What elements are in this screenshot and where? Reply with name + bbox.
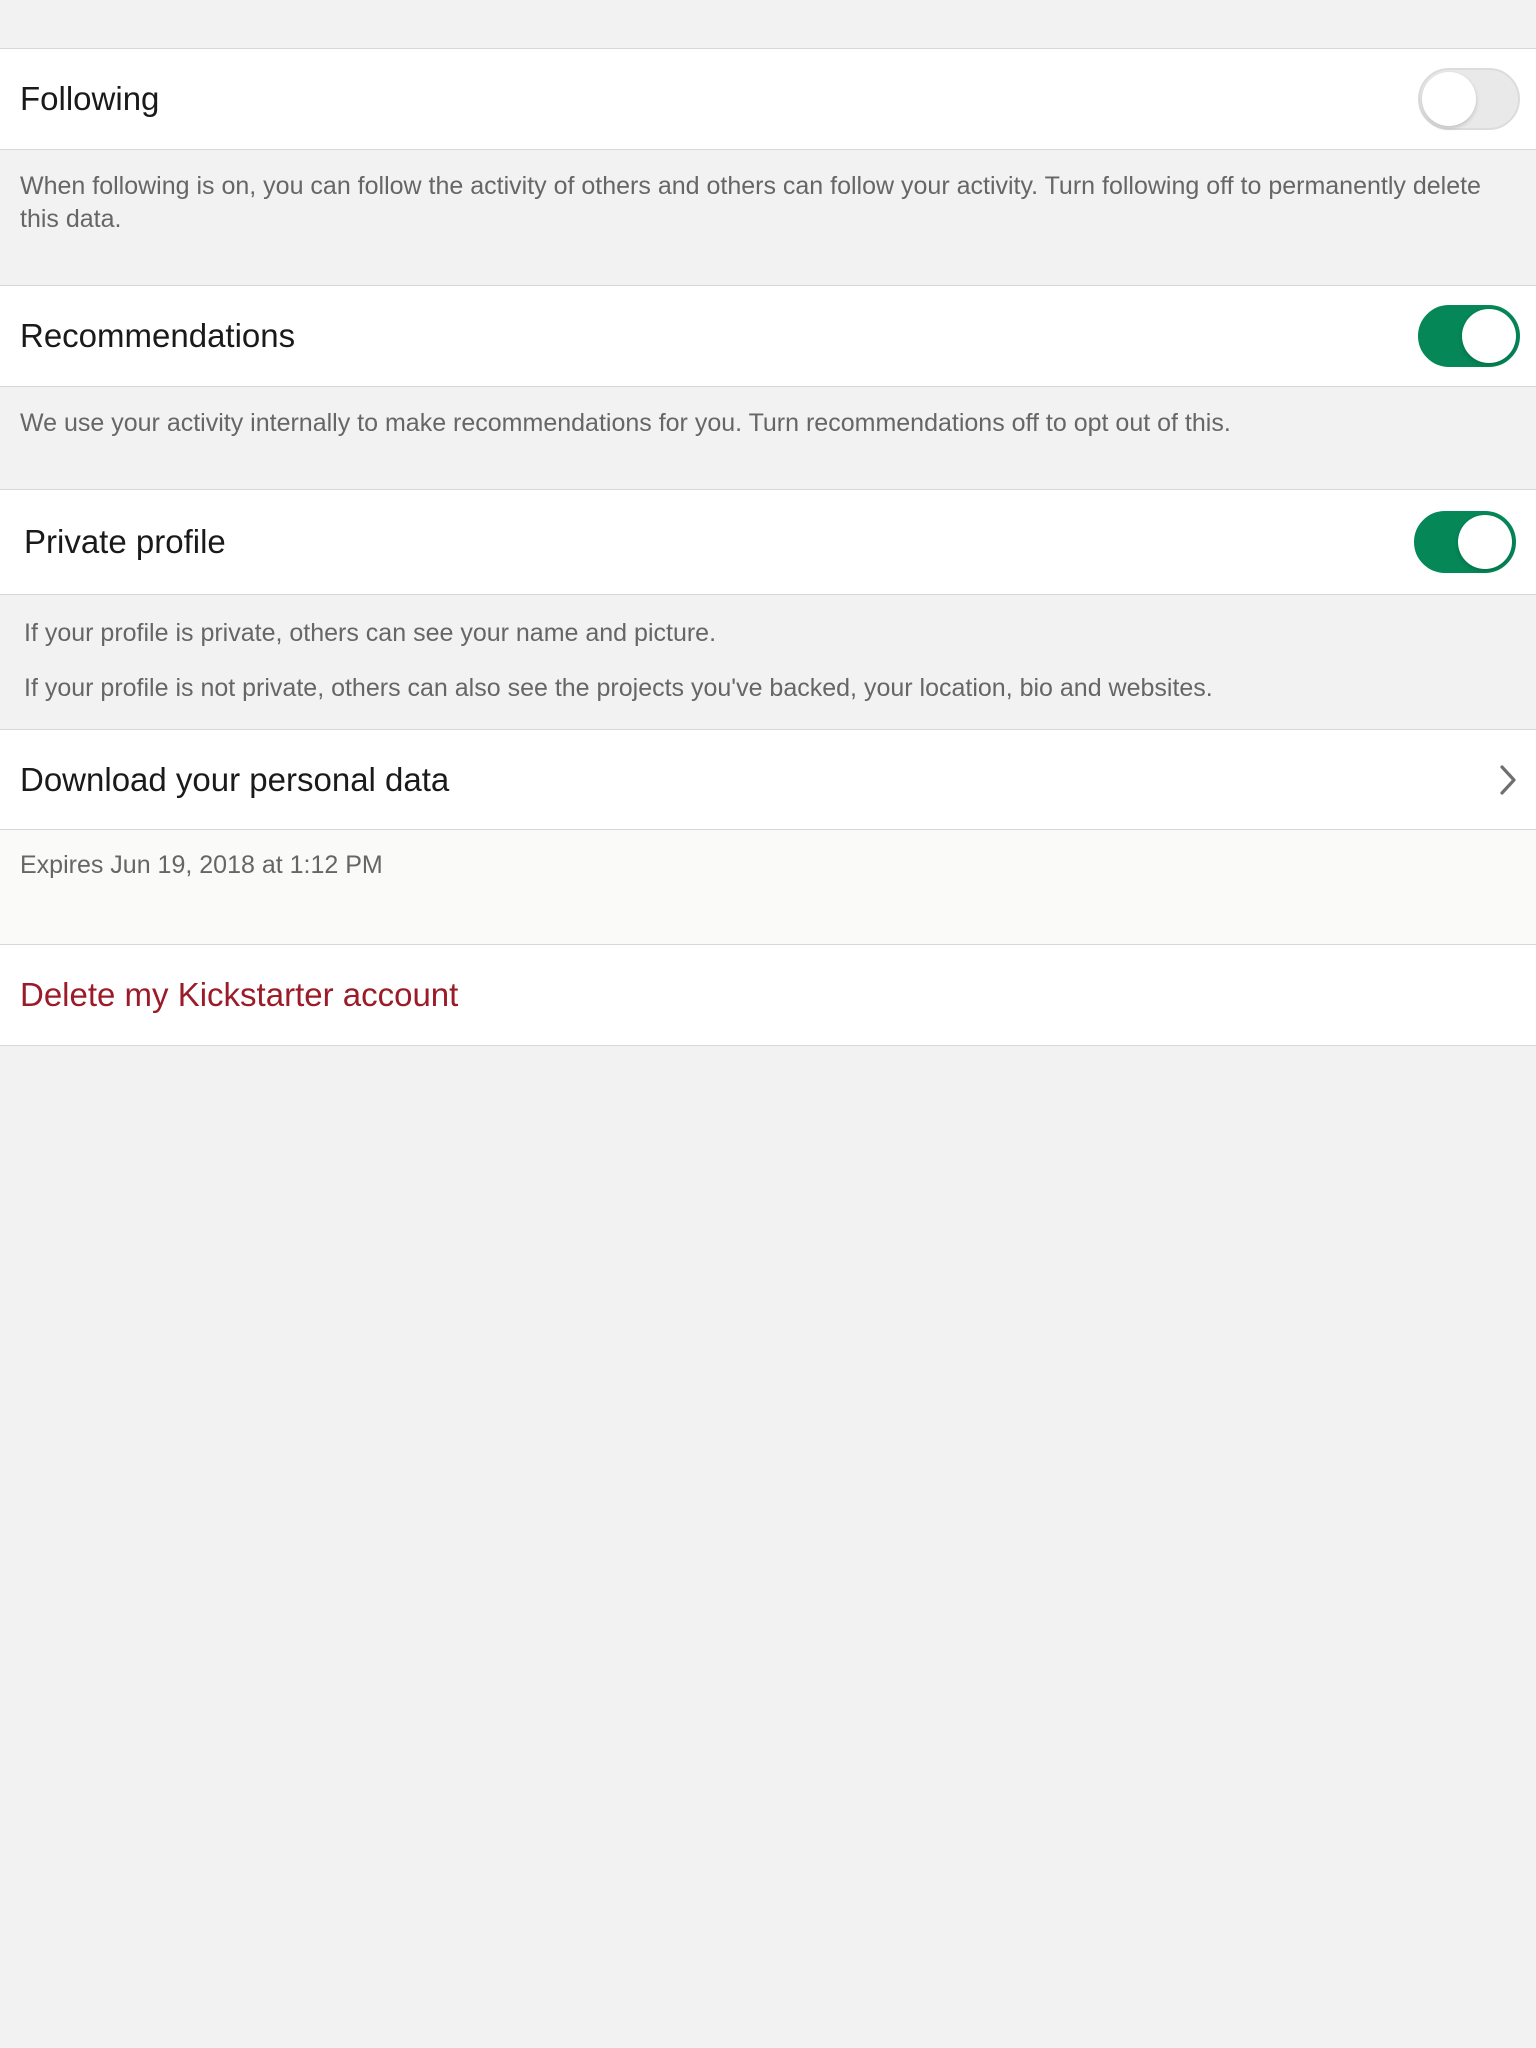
toggle-knob <box>1422 72 1476 126</box>
privacy-settings-screen: Following When following is on, you can … <box>0 0 1536 2048</box>
private-profile-label: Private profile <box>24 523 226 560</box>
chevron-right-icon <box>1500 764 1516 795</box>
private-profile-description-private: If your profile is private, others can s… <box>24 619 717 647</box>
following-row[interactable]: Following <box>0 48 1536 150</box>
private-profile-row[interactable]: Private profile <box>0 489 1536 595</box>
delete-account-button[interactable]: Delete my Kickstarter account <box>20 976 458 1014</box>
private-profile-toggle[interactable] <box>1414 511 1516 573</box>
toggle-knob <box>1462 309 1516 363</box>
recommendations-row[interactable]: Recommendations <box>0 285 1536 387</box>
following-label: Following <box>20 80 160 117</box>
download-data-label: Download your personal data <box>20 760 450 798</box>
expires-band: Expires Jun 19, 2018 at 1:12 PM <box>0 830 1536 945</box>
recommendations-toggle[interactable] <box>1418 305 1520 367</box>
delete-account-row[interactable]: Delete my Kickstarter account <box>0 944 1536 1046</box>
expires-text: Expires Jun 19, 2018 at 1:12 PM <box>20 851 383 879</box>
recommendations-description: We use your activity internally to make … <box>20 409 1231 437</box>
toggle-knob <box>1458 515 1512 569</box>
recommendations-label: Recommendations <box>20 317 296 354</box>
private-profile-description-public: If your profile is not private, others c… <box>24 674 1213 702</box>
following-description: When following is on, you can follow the… <box>20 172 1481 233</box>
download-data-row[interactable]: Download your personal data <box>0 729 1536 830</box>
following-toggle[interactable] <box>1418 68 1520 130</box>
